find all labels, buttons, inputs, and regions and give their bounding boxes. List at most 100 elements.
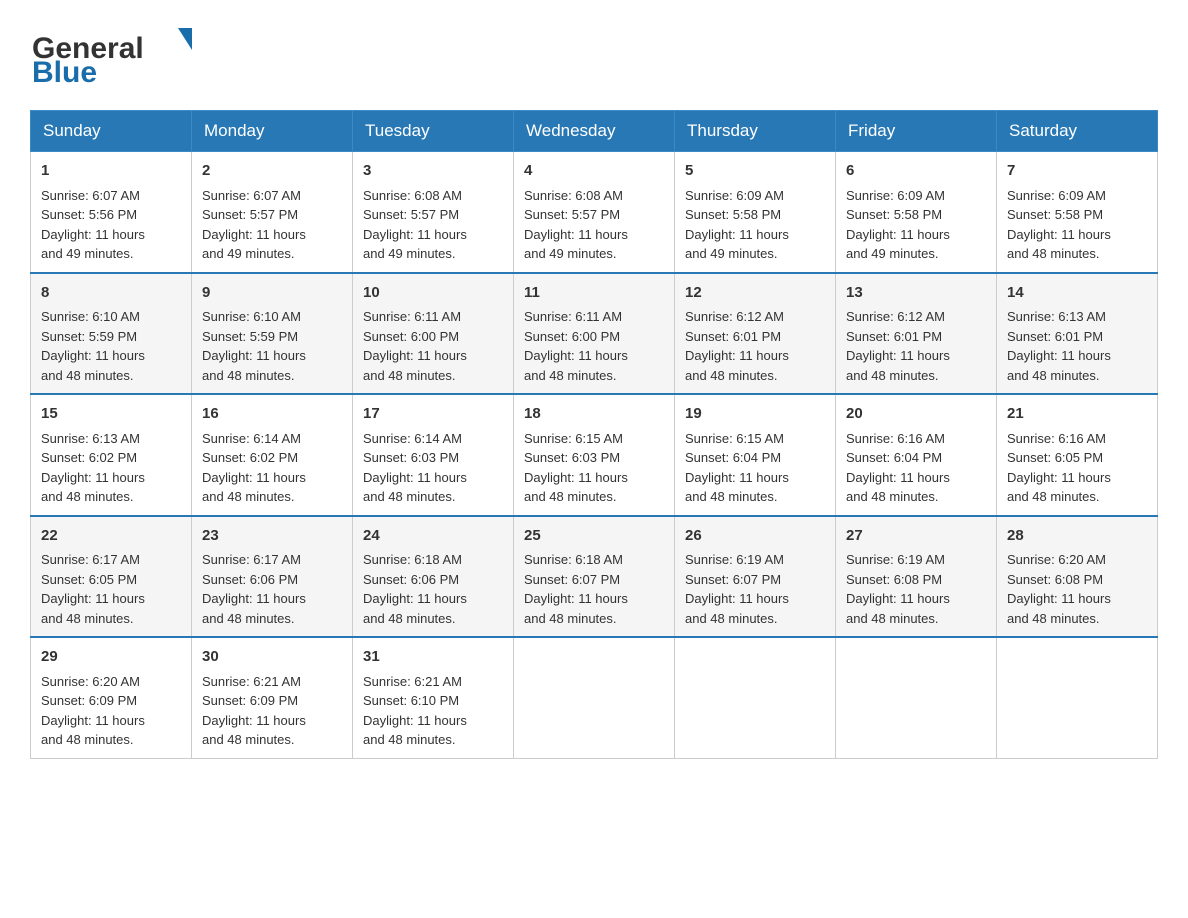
sunrise-info: Sunrise: 6:19 AMSunset: 6:07 PMDaylight:… bbox=[685, 552, 789, 626]
calendar-day-cell: 30 Sunrise: 6:21 AMSunset: 6:09 PMDaylig… bbox=[192, 637, 353, 758]
sunrise-info: Sunrise: 6:18 AMSunset: 6:06 PMDaylight:… bbox=[363, 552, 467, 626]
sunrise-info: Sunrise: 6:13 AMSunset: 6:01 PMDaylight:… bbox=[1007, 309, 1111, 383]
sunrise-info: Sunrise: 6:11 AMSunset: 6:00 PMDaylight:… bbox=[363, 309, 467, 383]
calendar-day-cell: 1 Sunrise: 6:07 AMSunset: 5:56 PMDayligh… bbox=[31, 152, 192, 273]
day-number: 16 bbox=[202, 403, 342, 426]
calendar-day-cell: 24 Sunrise: 6:18 AMSunset: 6:06 PMDaylig… bbox=[353, 516, 514, 638]
calendar-week-2: 8 Sunrise: 6:10 AMSunset: 5:59 PMDayligh… bbox=[31, 273, 1158, 395]
calendar-day-cell: 13 Sunrise: 6:12 AMSunset: 6:01 PMDaylig… bbox=[836, 273, 997, 395]
weekday-header-row: Sunday Monday Tuesday Wednesday Thursday… bbox=[31, 111, 1158, 152]
sunrise-info: Sunrise: 6:08 AMSunset: 5:57 PMDaylight:… bbox=[524, 188, 628, 262]
day-number: 3 bbox=[363, 160, 503, 183]
calendar-day-cell: 26 Sunrise: 6:19 AMSunset: 6:07 PMDaylig… bbox=[675, 516, 836, 638]
calendar-day-cell: 12 Sunrise: 6:12 AMSunset: 6:01 PMDaylig… bbox=[675, 273, 836, 395]
calendar-table: Sunday Monday Tuesday Wednesday Thursday… bbox=[30, 110, 1158, 759]
sunrise-info: Sunrise: 6:16 AMSunset: 6:05 PMDaylight:… bbox=[1007, 431, 1111, 505]
calendar-day-cell bbox=[997, 637, 1158, 758]
calendar-day-cell bbox=[836, 637, 997, 758]
header-sunday: Sunday bbox=[31, 111, 192, 152]
day-number: 17 bbox=[363, 403, 503, 426]
day-number: 18 bbox=[524, 403, 664, 426]
calendar-day-cell: 11 Sunrise: 6:11 AMSunset: 6:00 PMDaylig… bbox=[514, 273, 675, 395]
calendar-week-1: 1 Sunrise: 6:07 AMSunset: 5:56 PMDayligh… bbox=[31, 152, 1158, 273]
header-monday: Monday bbox=[192, 111, 353, 152]
day-number: 27 bbox=[846, 525, 986, 548]
sunrise-info: Sunrise: 6:21 AMSunset: 6:09 PMDaylight:… bbox=[202, 674, 306, 748]
day-number: 19 bbox=[685, 403, 825, 426]
sunrise-info: Sunrise: 6:20 AMSunset: 6:09 PMDaylight:… bbox=[41, 674, 145, 748]
calendar-day-cell bbox=[514, 637, 675, 758]
sunrise-info: Sunrise: 6:12 AMSunset: 6:01 PMDaylight:… bbox=[685, 309, 789, 383]
header-friday: Friday bbox=[836, 111, 997, 152]
calendar-day-cell: 18 Sunrise: 6:15 AMSunset: 6:03 PMDaylig… bbox=[514, 394, 675, 516]
day-number: 2 bbox=[202, 160, 342, 183]
day-number: 9 bbox=[202, 282, 342, 305]
day-number: 1 bbox=[41, 160, 181, 183]
calendar-day-cell: 15 Sunrise: 6:13 AMSunset: 6:02 PMDaylig… bbox=[31, 394, 192, 516]
page-header: General Blue bbox=[30, 20, 1158, 90]
day-number: 23 bbox=[202, 525, 342, 548]
day-number: 6 bbox=[846, 160, 986, 183]
day-number: 14 bbox=[1007, 282, 1147, 305]
sunrise-info: Sunrise: 6:15 AMSunset: 6:03 PMDaylight:… bbox=[524, 431, 628, 505]
day-number: 8 bbox=[41, 282, 181, 305]
day-number: 7 bbox=[1007, 160, 1147, 183]
calendar-day-cell: 17 Sunrise: 6:14 AMSunset: 6:03 PMDaylig… bbox=[353, 394, 514, 516]
day-number: 5 bbox=[685, 160, 825, 183]
day-number: 21 bbox=[1007, 403, 1147, 426]
day-number: 4 bbox=[524, 160, 664, 183]
sunrise-info: Sunrise: 6:14 AMSunset: 6:02 PMDaylight:… bbox=[202, 431, 306, 505]
calendar-day-cell: 7 Sunrise: 6:09 AMSunset: 5:58 PMDayligh… bbox=[997, 152, 1158, 273]
day-number: 13 bbox=[846, 282, 986, 305]
day-number: 26 bbox=[685, 525, 825, 548]
calendar-day-cell: 3 Sunrise: 6:08 AMSunset: 5:57 PMDayligh… bbox=[353, 152, 514, 273]
day-number: 24 bbox=[363, 525, 503, 548]
calendar-day-cell: 27 Sunrise: 6:19 AMSunset: 6:08 PMDaylig… bbox=[836, 516, 997, 638]
day-number: 25 bbox=[524, 525, 664, 548]
sunrise-info: Sunrise: 6:15 AMSunset: 6:04 PMDaylight:… bbox=[685, 431, 789, 505]
calendar-day-cell: 22 Sunrise: 6:17 AMSunset: 6:05 PMDaylig… bbox=[31, 516, 192, 638]
sunrise-info: Sunrise: 6:09 AMSunset: 5:58 PMDaylight:… bbox=[685, 188, 789, 262]
svg-text:Blue: Blue bbox=[32, 56, 97, 89]
sunrise-info: Sunrise: 6:20 AMSunset: 6:08 PMDaylight:… bbox=[1007, 552, 1111, 626]
sunrise-info: Sunrise: 6:09 AMSunset: 5:58 PMDaylight:… bbox=[1007, 188, 1111, 262]
calendar-day-cell: 21 Sunrise: 6:16 AMSunset: 6:05 PMDaylig… bbox=[997, 394, 1158, 516]
calendar-day-cell: 29 Sunrise: 6:20 AMSunset: 6:09 PMDaylig… bbox=[31, 637, 192, 758]
calendar-day-cell bbox=[675, 637, 836, 758]
sunrise-info: Sunrise: 6:17 AMSunset: 6:06 PMDaylight:… bbox=[202, 552, 306, 626]
calendar-day-cell: 16 Sunrise: 6:14 AMSunset: 6:02 PMDaylig… bbox=[192, 394, 353, 516]
calendar-week-3: 15 Sunrise: 6:13 AMSunset: 6:02 PMDaylig… bbox=[31, 394, 1158, 516]
logo-svg: General Blue bbox=[30, 20, 210, 90]
sunrise-info: Sunrise: 6:21 AMSunset: 6:10 PMDaylight:… bbox=[363, 674, 467, 748]
sunrise-info: Sunrise: 6:16 AMSunset: 6:04 PMDaylight:… bbox=[846, 431, 950, 505]
day-number: 31 bbox=[363, 646, 503, 669]
calendar-day-cell: 19 Sunrise: 6:15 AMSunset: 6:04 PMDaylig… bbox=[675, 394, 836, 516]
calendar-day-cell: 14 Sunrise: 6:13 AMSunset: 6:01 PMDaylig… bbox=[997, 273, 1158, 395]
logo: General Blue bbox=[30, 20, 210, 90]
day-number: 29 bbox=[41, 646, 181, 669]
calendar-week-5: 29 Sunrise: 6:20 AMSunset: 6:09 PMDaylig… bbox=[31, 637, 1158, 758]
calendar-day-cell: 23 Sunrise: 6:17 AMSunset: 6:06 PMDaylig… bbox=[192, 516, 353, 638]
calendar-week-4: 22 Sunrise: 6:17 AMSunset: 6:05 PMDaylig… bbox=[31, 516, 1158, 638]
calendar-day-cell: 10 Sunrise: 6:11 AMSunset: 6:00 PMDaylig… bbox=[353, 273, 514, 395]
sunrise-info: Sunrise: 6:13 AMSunset: 6:02 PMDaylight:… bbox=[41, 431, 145, 505]
sunrise-info: Sunrise: 6:18 AMSunset: 6:07 PMDaylight:… bbox=[524, 552, 628, 626]
header-wednesday: Wednesday bbox=[514, 111, 675, 152]
sunrise-info: Sunrise: 6:08 AMSunset: 5:57 PMDaylight:… bbox=[363, 188, 467, 262]
header-saturday: Saturday bbox=[997, 111, 1158, 152]
sunrise-info: Sunrise: 6:10 AMSunset: 5:59 PMDaylight:… bbox=[41, 309, 145, 383]
sunrise-info: Sunrise: 6:19 AMSunset: 6:08 PMDaylight:… bbox=[846, 552, 950, 626]
day-number: 11 bbox=[524, 282, 664, 305]
header-thursday: Thursday bbox=[675, 111, 836, 152]
day-number: 12 bbox=[685, 282, 825, 305]
calendar-day-cell: 31 Sunrise: 6:21 AMSunset: 6:10 PMDaylig… bbox=[353, 637, 514, 758]
day-number: 22 bbox=[41, 525, 181, 548]
calendar-day-cell: 8 Sunrise: 6:10 AMSunset: 5:59 PMDayligh… bbox=[31, 273, 192, 395]
calendar-day-cell: 6 Sunrise: 6:09 AMSunset: 5:58 PMDayligh… bbox=[836, 152, 997, 273]
day-number: 20 bbox=[846, 403, 986, 426]
day-number: 15 bbox=[41, 403, 181, 426]
day-number: 28 bbox=[1007, 525, 1147, 548]
calendar-day-cell: 9 Sunrise: 6:10 AMSunset: 5:59 PMDayligh… bbox=[192, 273, 353, 395]
calendar-day-cell: 2 Sunrise: 6:07 AMSunset: 5:57 PMDayligh… bbox=[192, 152, 353, 273]
calendar-day-cell: 4 Sunrise: 6:08 AMSunset: 5:57 PMDayligh… bbox=[514, 152, 675, 273]
